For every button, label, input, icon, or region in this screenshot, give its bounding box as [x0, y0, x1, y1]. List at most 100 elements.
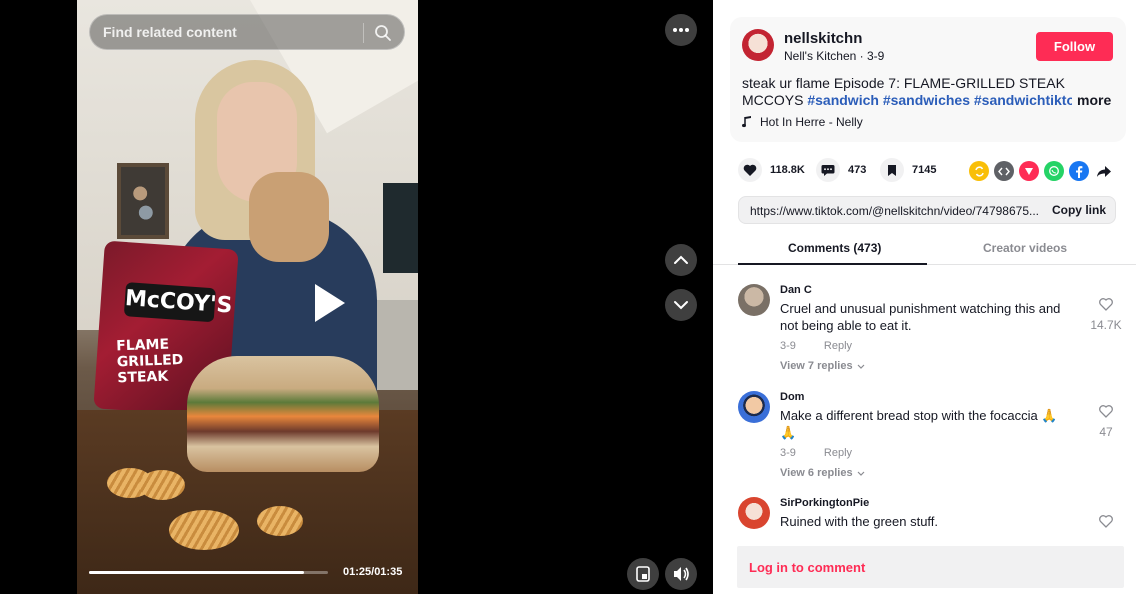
comment-text: Make a different bread stop with the foc… [780, 408, 1058, 440]
chevron-down-icon [857, 471, 865, 476]
video-held-sandwich [249, 172, 329, 262]
share-arrow-icon[interactable] [1094, 161, 1114, 181]
related-search-input[interactable]: Find related content [89, 14, 405, 50]
author-avatar[interactable] [742, 29, 774, 61]
embed-icon[interactable] [994, 161, 1014, 181]
comment-list: Dan C Cruel and unusual punishment watch… [713, 266, 1136, 530]
view-replies-label: View 6 replies [780, 467, 853, 479]
author-username[interactable]: nellskitchn [784, 30, 862, 47]
search-placeholder: Find related content [103, 24, 237, 40]
search-icon[interactable] [373, 23, 393, 43]
copy-link-button[interactable]: Copy link [1041, 197, 1117, 223]
comment-meta: 3-9 Reply [780, 447, 852, 459]
follow-button[interactable]: Follow [1036, 32, 1113, 61]
comment-tabs: Comments (473) Creator videos [713, 230, 1136, 265]
reply-button[interactable]: Reply [824, 340, 852, 352]
video-wall-picture-2 [383, 183, 418, 273]
tab-comments[interactable]: Comments (473) [788, 241, 881, 255]
heart-icon [743, 164, 757, 176]
comment-text: Cruel and unusual punishment watching th… [780, 301, 1061, 333]
description-more-button[interactable]: more [1077, 92, 1111, 108]
music-title: Hot In Herre - Nelly [760, 115, 863, 129]
video-progress-bar[interactable] [89, 571, 328, 574]
description-prefix: MCCOYS [742, 92, 808, 108]
tab-creator-videos[interactable]: Creator videos [983, 241, 1067, 255]
chevron-down-icon [674, 301, 688, 310]
comment-date: 3-9 [780, 447, 796, 459]
heart-outline-icon [1099, 405, 1113, 418]
more-options-button[interactable] [665, 14, 697, 46]
comment-meta: 3-9 Reply [780, 340, 852, 352]
facebook-icon[interactable] [1069, 161, 1089, 181]
comment-like-button[interactable] [1086, 515, 1126, 530]
description-line-2: MCCOYS #sandwich #sandwiches #sandwichti… [742, 92, 1072, 109]
hashtag-link[interactable]: #sandwiches [883, 92, 970, 108]
reply-button[interactable]: Reply [824, 447, 852, 459]
whatsapp-icon[interactable] [1044, 161, 1064, 181]
commenter-avatar[interactable] [738, 284, 770, 316]
music-link[interactable]: Hot In Herre - Nelly [742, 115, 863, 129]
video-link-url[interactable]: https://www.tiktok.com/@nellskitchn/vide… [750, 204, 1040, 218]
volume-button[interactable] [665, 558, 697, 590]
comment-icon [821, 164, 835, 176]
video-player[interactable]: McCOY'S FLAME GRILLED STEAK [77, 0, 418, 594]
send-icon[interactable] [1019, 161, 1039, 181]
heart-outline-icon [1099, 298, 1113, 311]
heart-outline-icon [1099, 515, 1113, 528]
ellipsis-icon [673, 28, 689, 32]
tiktok-video-page: McCOY'S FLAME GRILLED STEAK Find related… [0, 0, 1136, 594]
search-divider [363, 23, 364, 43]
commenter-username[interactable]: Dom [780, 391, 804, 403]
video-progress-fill [89, 571, 305, 574]
view-replies-button[interactable]: View 7 replies [780, 360, 865, 372]
save-button[interactable]: 7145 [880, 158, 936, 182]
comment-like-button[interactable]: 47 [1086, 405, 1126, 439]
video-info-card: nellskitchn Nell's Kitchen · 3-9 Follow … [730, 17, 1126, 142]
picture-in-picture-button[interactable] [627, 558, 659, 590]
like-button[interactable]: 118.8K [738, 158, 805, 182]
chevron-up-icon [674, 255, 688, 264]
video-time: 01:25/01:35 [343, 566, 403, 578]
music-note-icon [742, 116, 751, 128]
comment-button[interactable]: 473 [816, 158, 866, 182]
description-line-1: steak ur flame Episode 7: FLAME-GRILLED … [742, 75, 1065, 91]
video-crisp [139, 470, 185, 500]
video-crisp [257, 506, 303, 536]
comment-circle [816, 158, 840, 182]
comment-like-count: 14.7K [1090, 318, 1122, 332]
video-wall-picture [117, 163, 169, 239]
commenter-username[interactable]: SirPorkingtonPie [780, 497, 869, 509]
comment-count: 473 [848, 164, 867, 176]
commenter-avatar[interactable] [738, 391, 770, 423]
play-icon[interactable] [303, 278, 353, 328]
login-to-comment-label: Log in to comment [749, 560, 866, 575]
action-bar: 118.8K 473 7145 [738, 158, 1118, 184]
video-link-box: https://www.tiktok.com/@nellskitchn/vide… [738, 196, 1116, 224]
comment-like-count: 47 [1099, 425, 1113, 439]
commenter-avatar[interactable] [738, 497, 770, 529]
comment-item: Dan C Cruel and unusual punishment watch… [738, 284, 1122, 384]
volume-icon [674, 567, 689, 581]
comment-like-button[interactable]: 14.7K [1086, 298, 1126, 332]
like-circle [738, 158, 762, 182]
view-replies-button[interactable]: View 6 replies [780, 467, 865, 479]
active-tab-underline [738, 263, 927, 265]
hashtag-link[interactable]: #sandwich [807, 92, 879, 108]
comment-item: Dom Make a different bread stop with the… [738, 391, 1118, 491]
next-video-button[interactable] [665, 289, 697, 321]
side-panel: nellskitchn Nell's Kitchen · 3-9 Follow … [713, 0, 1136, 594]
comment-date: 3-9 [780, 340, 796, 352]
view-replies-label: View 7 replies [780, 360, 853, 372]
pip-icon [636, 566, 650, 582]
like-count: 118.8K [770, 164, 805, 176]
video-pane: McCOY'S FLAME GRILLED STEAK Find related… [0, 0, 713, 594]
repost-icon[interactable] [969, 161, 989, 181]
hashtag-link[interactable]: #sandwichtiktok... [974, 92, 1072, 108]
author-nickname-date[interactable]: Nell's Kitchen · 3-9 [784, 49, 884, 63]
video-sandwich [187, 356, 379, 472]
commenter-username[interactable]: Dan C [780, 284, 812, 296]
login-to-comment-bar[interactable]: Log in to comment [737, 546, 1124, 588]
comment-item: SirPorkingtonPie Ruined with the green s… [738, 497, 1118, 530]
previous-video-button[interactable] [665, 244, 697, 276]
video-description: steak ur flame Episode 7: FLAME-GRILLED … [742, 75, 1072, 109]
